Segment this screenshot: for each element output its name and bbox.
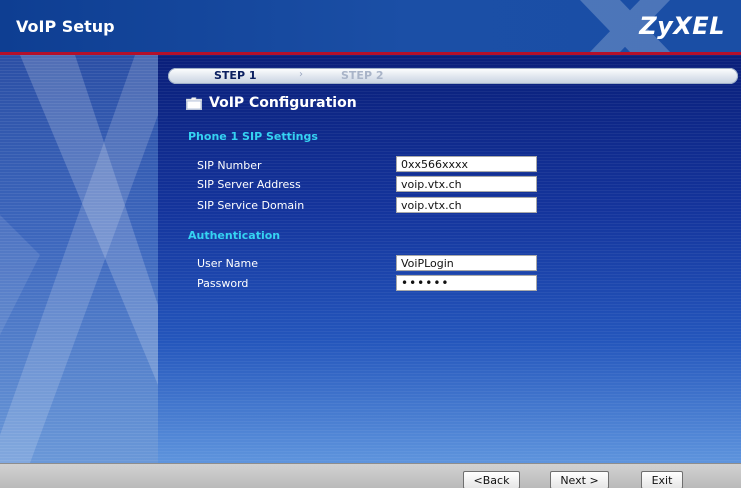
- wizard-step-bar: STEP 1 › STEP 2: [168, 68, 738, 84]
- next-button[interactable]: Next >: [550, 471, 609, 488]
- config-heading: VoIP Configuration: [186, 95, 357, 111]
- sip-server-address-label: SIP Server Address: [197, 178, 301, 191]
- main-panel: STEP 1 › STEP 2 VoIP Configuration Phone…: [0, 55, 741, 463]
- sip-service-domain-field[interactable]: [396, 197, 537, 213]
- page-title: VoIP Configuration: [209, 95, 357, 111]
- password-field[interactable]: [396, 275, 537, 291]
- sip-settings-title: Phone 1 SIP Settings: [188, 130, 318, 143]
- user-name-label: User Name: [197, 257, 259, 270]
- sip-service-domain-label: SIP Service Domain: [197, 199, 305, 212]
- sip-server-address-field[interactable]: [396, 176, 537, 192]
- left-decoration-graphic: [0, 55, 158, 463]
- exit-button[interactable]: Exit: [641, 471, 683, 488]
- title-bar: VoIP Setup ZyXEL: [0, 0, 741, 52]
- password-label: Password: [197, 277, 249, 290]
- sip-number-label: SIP Number: [197, 159, 262, 172]
- folder-icon: [186, 96, 202, 110]
- zyxel-logo: ZyXEL: [639, 12, 725, 40]
- step-2-indicator: STEP 2: [341, 69, 384, 82]
- window-title: VoIP Setup: [16, 17, 115, 36]
- step-arrow-icon: ›: [299, 69, 303, 80]
- voip-setup-window: VoIP Setup ZyXEL STEP 1 › STEP 2 VoIP Co…: [0, 0, 741, 488]
- left-decoration-panel: [0, 55, 158, 463]
- step-1-indicator: STEP 1: [214, 69, 257, 82]
- footer-button-bar: <Back Next > Exit: [0, 463, 741, 488]
- sip-number-field[interactable]: [396, 156, 537, 172]
- back-button[interactable]: <Back: [463, 471, 520, 488]
- authentication-title: Authentication: [188, 229, 281, 242]
- user-name-field[interactable]: [396, 255, 537, 271]
